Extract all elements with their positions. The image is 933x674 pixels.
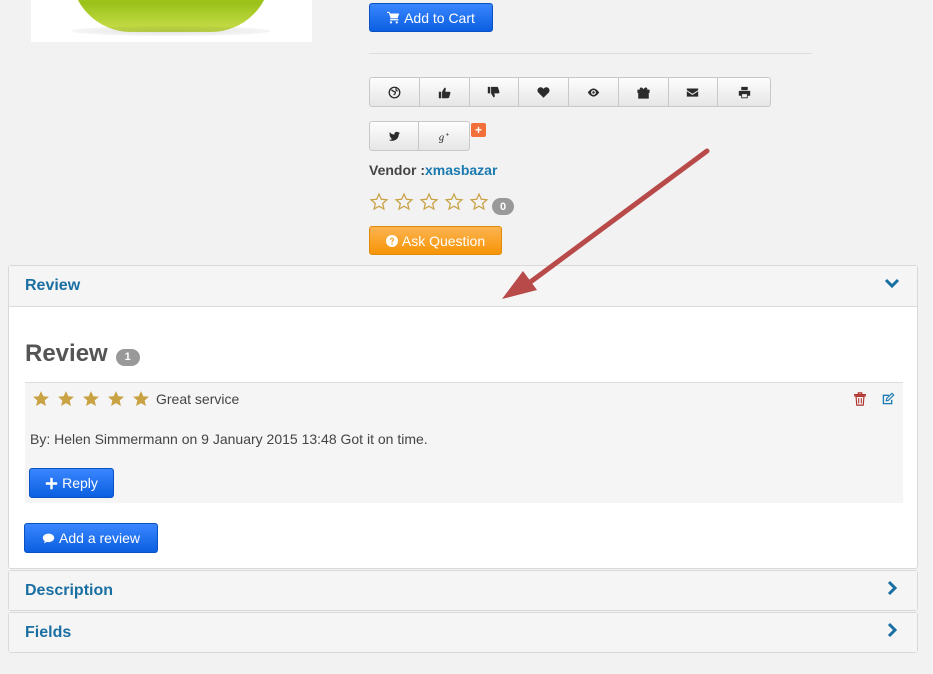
ask-question-button[interactable]: Ask Question — [369, 226, 502, 255]
star-empty-icon[interactable] — [394, 192, 414, 212]
product-image — [31, 0, 312, 42]
svg-text:g: g — [438, 132, 443, 142]
add-to-cart-button[interactable]: Add to Cart — [369, 3, 493, 32]
trash-icon[interactable] — [853, 392, 867, 406]
description-panel-header[interactable]: Description — [9, 571, 917, 610]
comment-icon — [42, 533, 55, 543]
thumbs-down-icon — [488, 86, 500, 97]
edit-icon[interactable] — [881, 392, 895, 406]
chevron-right-icon — [887, 580, 898, 595]
google-plus-button[interactable]: g + — [419, 122, 469, 150]
fields-panel: Fields — [8, 612, 918, 653]
print-icon — [738, 86, 750, 98]
star-filled-icon — [83, 391, 99, 406]
review-heading-title: Review — [25, 340, 108, 367]
star-empty-icon[interactable] — [419, 192, 439, 212]
print-button[interactable] — [718, 78, 770, 106]
description-panel: Description — [8, 570, 918, 611]
add-more-share-badge[interactable]: + — [471, 123, 486, 137]
globe-button[interactable] — [370, 78, 420, 106]
chevron-down-icon — [884, 278, 900, 289]
review-meta: By: Helen Simmermann on 9 January 2015 1… — [30, 431, 428, 447]
star-filled-icon — [133, 391, 149, 406]
ask-question-label: Ask Question — [401, 232, 486, 249]
review-count-badge: 1 — [115, 348, 140, 366]
add-review-label: Add a review — [59, 530, 140, 546]
gift-button[interactable] — [619, 78, 669, 106]
description-panel-title: Description — [25, 581, 114, 599]
fields-panel-header[interactable]: Fields — [9, 613, 917, 652]
star-empty-icon[interactable] — [369, 192, 389, 212]
star-empty-icon[interactable] — [469, 192, 489, 212]
add-to-cart-label: Add to Cart — [404, 9, 475, 26]
globe-icon — [388, 86, 401, 98]
product-image-shadow — [71, 26, 271, 36]
vendor-line: Vendor :xmasbazar — [369, 162, 497, 178]
star-filled-icon — [108, 391, 124, 406]
cart-icon — [387, 11, 400, 24]
watch-button[interactable] — [569, 78, 619, 106]
twitter-button[interactable] — [370, 122, 420, 150]
share-toolbar — [369, 77, 771, 107]
add-review-button[interactable]: Add a review — [24, 523, 158, 553]
thumbs-up-icon — [438, 87, 451, 98]
google-plus-icon: g + — [438, 131, 449, 143]
like-button[interactable] — [420, 78, 470, 106]
rating-count-badge: 0 — [492, 198, 514, 215]
svg-text:+: + — [445, 131, 449, 138]
review-actions — [853, 392, 895, 406]
question-circle-icon — [385, 234, 398, 247]
favorite-button[interactable] — [519, 78, 569, 106]
fields-panel-title: Fields — [25, 623, 72, 641]
review-rating: Great service — [31, 389, 239, 409]
star-filled-icon — [33, 391, 49, 406]
star-empty-icon[interactable] — [444, 192, 464, 212]
envelope-icon — [687, 87, 699, 97]
review-title: Great service — [156, 391, 240, 407]
social-toolbar: g + — [369, 121, 470, 151]
product-rating: 0 — [369, 188, 514, 215]
gift-icon — [637, 86, 650, 99]
eye-icon — [587, 87, 600, 97]
divider — [369, 53, 812, 54]
review-panel-title: Review — [25, 277, 81, 294]
heart-icon — [537, 86, 550, 98]
email-button[interactable] — [669, 78, 719, 106]
vendor-link[interactable]: xmasbazar — [425, 162, 497, 178]
review-panel: Review Review 1 Great service By: Helen … — [8, 265, 918, 569]
plus-icon — [45, 477, 58, 489]
star-filled-icon — [58, 391, 74, 406]
reply-button[interactable]: Reply — [29, 468, 114, 498]
chevron-right-icon — [887, 622, 898, 637]
review-item: Great service By: Helen Simmermann on 9 … — [25, 382, 903, 503]
review-panel-header[interactable]: Review — [9, 266, 917, 307]
vendor-label: Vendor : — [369, 162, 426, 178]
dislike-button[interactable] — [470, 78, 520, 106]
twitter-icon — [388, 131, 400, 141]
review-heading: Review 1 — [25, 340, 140, 368]
reply-label: Reply — [62, 475, 98, 491]
